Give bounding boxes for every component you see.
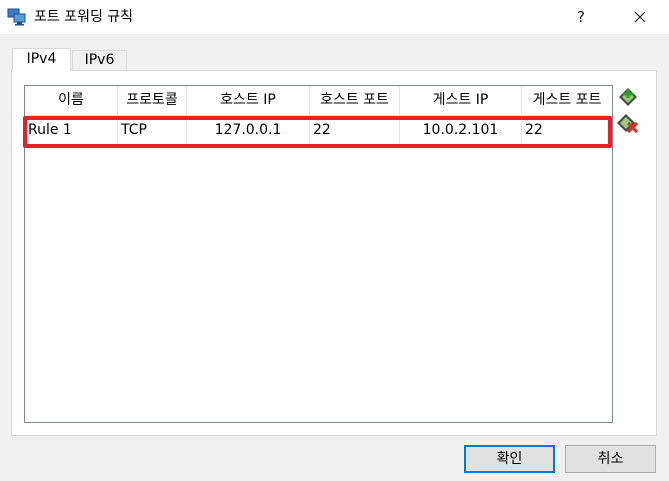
column-header-guest-ip[interactable]: 게스트 IP	[400, 86, 522, 115]
table-row[interactable]: Rule 1 TCP 127.0.0.1 22 10.0.2.101 22	[25, 116, 612, 145]
cell-host-ip[interactable]: 127.0.0.1	[187, 116, 310, 145]
column-header-host-port[interactable]: 호스트 포트	[310, 86, 400, 115]
window-title: 포트 포워딩 규칙	[34, 9, 134, 25]
title-bar: 포트 포워딩 규칙 ?	[0, 0, 669, 34]
cell-name[interactable]: Rule 1	[25, 116, 118, 145]
cell-guest-port[interactable]: 22	[522, 116, 612, 145]
add-rule-icon	[619, 88, 637, 106]
table-header: 이름 프로토콜 호스트 IP 호스트 포트 게스트 IP 게스트 포트	[25, 86, 612, 116]
add-rule-button[interactable]	[617, 86, 639, 108]
column-header-protocol[interactable]: 프로토콜	[118, 86, 187, 115]
tab-ipv4[interactable]: IPv4	[12, 48, 71, 71]
help-button[interactable]: ?	[558, 0, 604, 34]
port-forwarding-table: 이름 프로토콜 호스트 IP 호스트 포트 게스트 IP 게스트 포트 Rule…	[24, 85, 613, 423]
cancel-button[interactable]: 취소	[565, 445, 656, 473]
column-header-name[interactable]: 이름	[25, 86, 118, 115]
cell-host-port[interactable]: 22	[310, 116, 400, 145]
tab-ipv6[interactable]: IPv6	[72, 50, 127, 71]
column-header-host-ip[interactable]: 호스트 IP	[187, 86, 310, 115]
network-icon	[7, 8, 27, 26]
remove-rule-button[interactable]	[617, 112, 639, 134]
column-header-guest-port[interactable]: 게스트 포트	[522, 86, 612, 115]
cell-protocol[interactable]: TCP	[118, 116, 187, 145]
close-icon	[634, 11, 646, 23]
remove-rule-icon	[617, 114, 639, 134]
ok-button[interactable]: 확인	[464, 445, 555, 473]
close-button[interactable]	[617, 0, 663, 34]
cell-guest-ip[interactable]: 10.0.2.101	[400, 116, 522, 145]
